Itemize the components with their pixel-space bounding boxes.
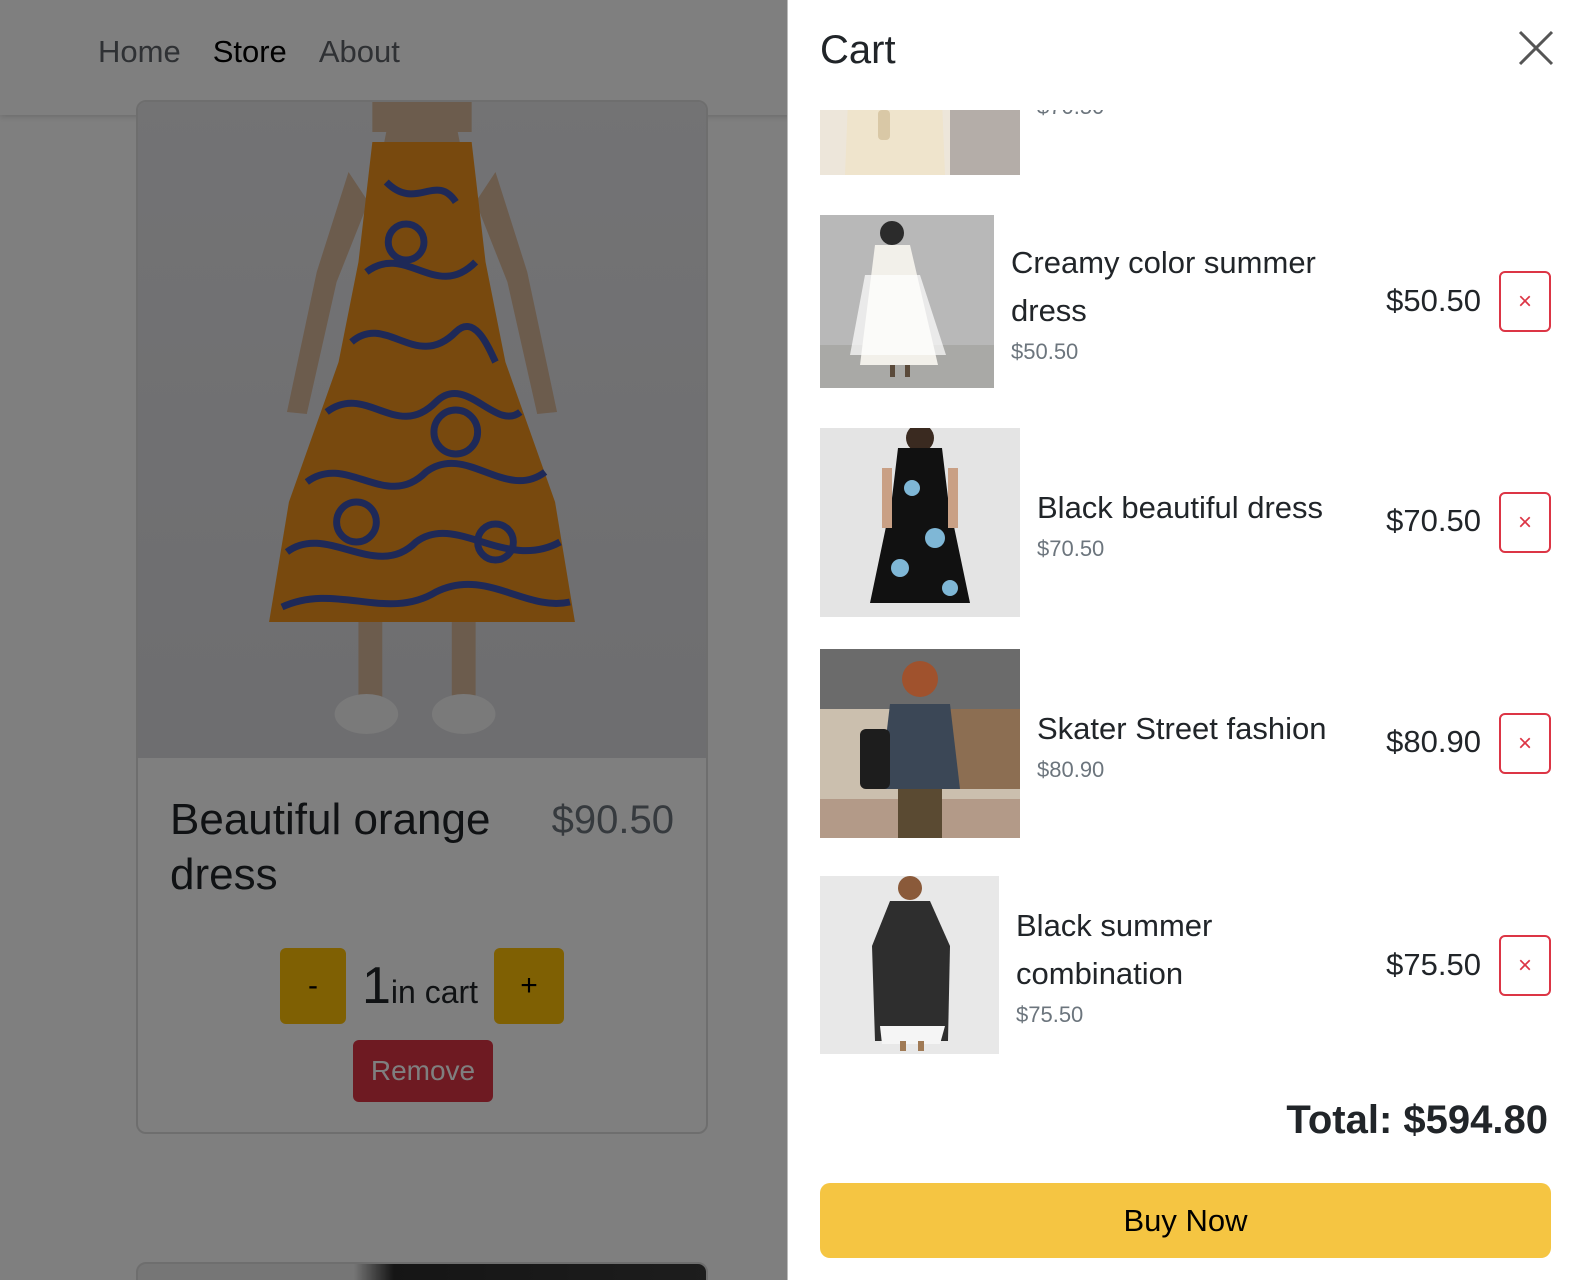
cart-item-image <box>820 876 999 1054</box>
cart-panel: $70.50 Creamy color summer dress $50.50 <box>787 0 1574 1280</box>
buy-now-button[interactable]: Buy Now <box>820 1183 1551 1258</box>
cart-item-unit-price: $70.50 <box>1037 535 1105 561</box>
cart-item-unit-price: $80.90 <box>1037 756 1105 782</box>
cart-item-total: $50.50 <box>1386 283 1481 318</box>
cart-item-unit-price: $75.50 <box>1016 1002 1084 1027</box>
cart-total: Total: $594.80 <box>1286 1098 1548 1142</box>
cart-item-image <box>820 649 1020 838</box>
cart-item-total: $80.90 <box>1386 724 1481 759</box>
cart-item-unit-price: $70.50 <box>1037 110 1367 120</box>
cart-item: Skater Street fashion $80.90 $80.90 × <box>820 649 1551 838</box>
cart-item-total: $70.50 <box>1386 503 1481 538</box>
cart-item: Black summer combination $75.50 $75.50 × <box>820 876 1551 1054</box>
cart-item-unit-price: $50.50 <box>1011 338 1079 364</box>
cart-item: Black beautiful dress $70.50 $70.50 × <box>820 428 1551 617</box>
cart-item-image <box>820 215 994 388</box>
cart-item-name: Black summer combination <box>1016 908 1213 991</box>
cart-item-info: Creamy color summer dress $50.50 <box>1011 239 1341 365</box>
cart-item-name: Skater Street fashion <box>1037 710 1327 746</box>
cart-item-image <box>820 428 1020 617</box>
close-button[interactable] <box>1516 28 1556 68</box>
cart-item-info: Skater Street fashion $80.90 <box>1037 705 1367 783</box>
cart-item-name: Black beautiful dress <box>1037 489 1324 525</box>
cart-item-name: Creamy color summer dress <box>1011 244 1316 328</box>
cart-title: Cart <box>820 28 896 72</box>
cart-item-info: Black summer combination $75.50 <box>1016 902 1346 1028</box>
cart-item-remove-button[interactable]: × <box>1499 935 1551 996</box>
cart-item-total: $75.50 <box>1386 947 1481 982</box>
cart-item-image <box>820 110 1020 175</box>
cart-item-remove-button[interactable]: × <box>1499 492 1551 553</box>
cart-item-remove-button[interactable]: × <box>1499 713 1551 774</box>
cart-item: $70.50 <box>820 110 1367 175</box>
cart-item: Creamy color summer dress $50.50 $50.50 … <box>820 215 1551 388</box>
cart-item-info: Black beautiful dress $70.50 <box>1037 484 1367 562</box>
cart-item-remove-button[interactable]: × <box>1499 271 1551 332</box>
close-icon <box>1518 30 1554 66</box>
cart-header: Cart <box>788 0 1574 110</box>
